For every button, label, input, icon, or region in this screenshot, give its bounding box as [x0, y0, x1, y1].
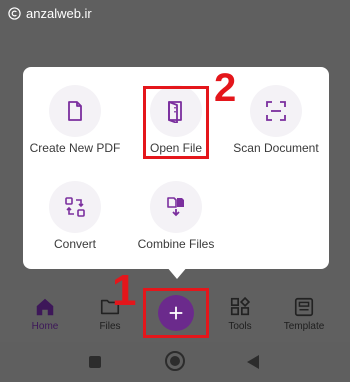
back-triangle-icon[interactable]: [246, 354, 260, 370]
plus-icon: [169, 306, 183, 320]
scan-frame-icon: [266, 101, 286, 121]
open-file-icon: [168, 101, 182, 123]
nav-item-template[interactable]: Template: [276, 296, 332, 332]
scan-document-label: Scan Document: [233, 141, 319, 155]
watermark: anzalweb.ir: [8, 6, 92, 21]
step-1-number: 1: [112, 266, 137, 315]
home-circle-icon[interactable]: [164, 350, 186, 372]
combine-files-button[interactable]: Combine Files: [121, 181, 231, 251]
nav-label-files: Files: [99, 321, 121, 332]
scan-document-button[interactable]: Scan Document: [221, 85, 331, 155]
nav-label-template: Template: [283, 321, 325, 332]
convert-arrows-icon: [65, 197, 85, 217]
copyright-icon: [8, 7, 21, 20]
create-menu-popup: Create New PDF Open File Scan Document C…: [23, 67, 329, 269]
combine-files-icon-circle: [150, 181, 202, 233]
document-icon: [68, 101, 82, 121]
home-icon: [36, 298, 54, 316]
create-new-pdf-label: Create New PDF: [29, 141, 121, 155]
convert-button[interactable]: Convert: [20, 181, 130, 251]
nav-item-home[interactable]: Home: [17, 296, 73, 332]
scan-document-icon-circle: [250, 85, 302, 137]
create-new-pdf-button[interactable]: Create New PDF: [20, 85, 130, 155]
watermark-text: anzalweb.ir: [26, 6, 92, 21]
convert-icon-circle: [49, 181, 101, 233]
convert-label: Convert: [53, 237, 97, 251]
nav-item-tools[interactable]: Tools: [212, 296, 268, 332]
template-icon: [294, 297, 314, 317]
step-2-number: 2: [214, 66, 237, 110]
create-fab-button[interactable]: [158, 295, 194, 331]
combine-files-icon: [167, 197, 184, 217]
nav-label-home: Home: [31, 321, 59, 332]
recents-square-icon[interactable]: [88, 355, 102, 369]
popup-pointer: [166, 266, 188, 279]
tools-grid-icon: [230, 296, 251, 316]
system-nav-bar: [0, 342, 350, 382]
nav-label-tools: Tools: [228, 321, 252, 332]
open-file-icon-circle: [150, 85, 202, 137]
combine-files-label: Combine Files: [137, 237, 215, 251]
open-file-label: Open File: [149, 141, 203, 155]
create-new-pdf-icon-circle: [49, 85, 101, 137]
